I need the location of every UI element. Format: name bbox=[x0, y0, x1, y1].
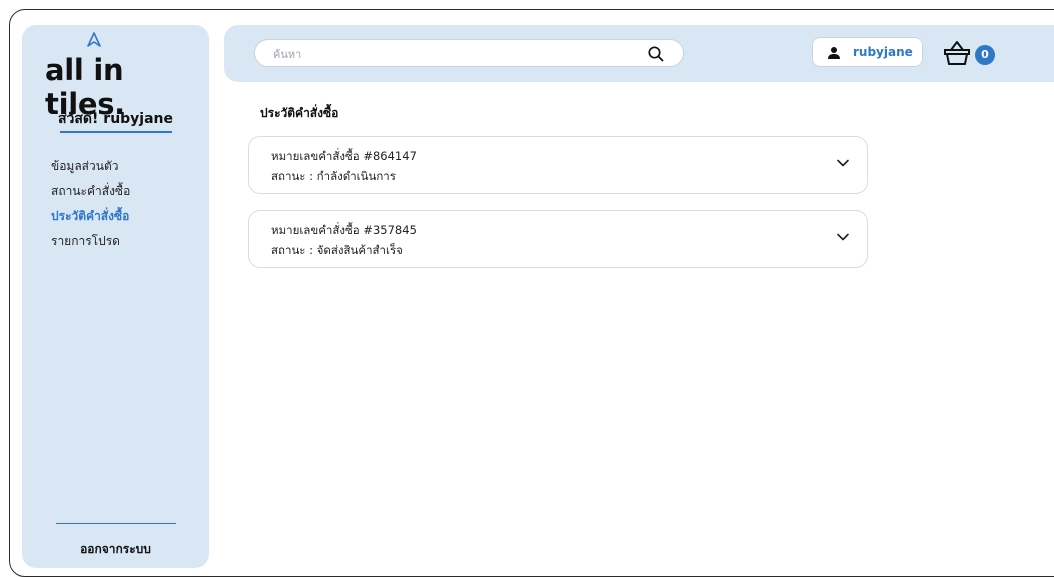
cart-count-badge: 0 bbox=[975, 45, 995, 65]
order-status: สถานะ : จัดส่งสินค้าสำเร็จ bbox=[271, 243, 403, 257]
basket-icon[interactable] bbox=[942, 39, 972, 67]
order-number: หมายเลขคำสั่งซื้อ #864147 bbox=[271, 149, 417, 163]
order-card[interactable]: หมายเลขคำสั่งซื้อ #357845 สถานะ : จัดส่ง… bbox=[248, 210, 868, 268]
username-label: rubyjane bbox=[853, 45, 913, 59]
logout-divider bbox=[56, 523, 176, 524]
user-account-button[interactable]: rubyjane bbox=[812, 37, 923, 67]
top-bar: rubyjane 0 bbox=[224, 25, 1054, 82]
search-icon[interactable] bbox=[647, 45, 665, 63]
chevron-down-icon[interactable] bbox=[835, 229, 851, 245]
sidebar-item-order-history[interactable]: ประวัติคำสั่งซื้อ bbox=[51, 204, 130, 229]
order-number: หมายเลขคำสั่งซื้อ #357845 bbox=[271, 223, 417, 237]
logo-arrow-icon bbox=[87, 32, 101, 47]
sidebar: all in tiles. สวัสดี! rubyjane ข้อมูลส่ว… bbox=[22, 25, 209, 568]
sidebar-nav: ข้อมูลส่วนตัว สถานะคำสั่งซื้อ ประวัติคำส… bbox=[51, 154, 130, 254]
sidebar-item-favorites[interactable]: รายการโปรด bbox=[51, 229, 130, 254]
chevron-down-icon[interactable] bbox=[835, 155, 851, 171]
order-card[interactable]: หมายเลขคำสั่งซื้อ #864147 สถานะ : กำลังด… bbox=[248, 136, 868, 194]
logout-button[interactable]: ออกจากระบบ bbox=[22, 540, 209, 559]
greeting-text: สวัสดี! rubyjane bbox=[57, 111, 174, 127]
search-box bbox=[254, 39, 684, 67]
search-input[interactable] bbox=[271, 45, 635, 63]
page-title: ประวัติคำสั่งซื้อ bbox=[260, 106, 339, 120]
sidebar-item-order-status[interactable]: สถานะคำสั่งซื้อ bbox=[51, 179, 130, 204]
greeting-underline bbox=[60, 131, 172, 133]
user-icon bbox=[828, 47, 840, 59]
sidebar-item-profile[interactable]: ข้อมูลส่วนตัว bbox=[51, 154, 130, 179]
order-status: สถานะ : กำลังดำเนินการ bbox=[271, 169, 396, 183]
